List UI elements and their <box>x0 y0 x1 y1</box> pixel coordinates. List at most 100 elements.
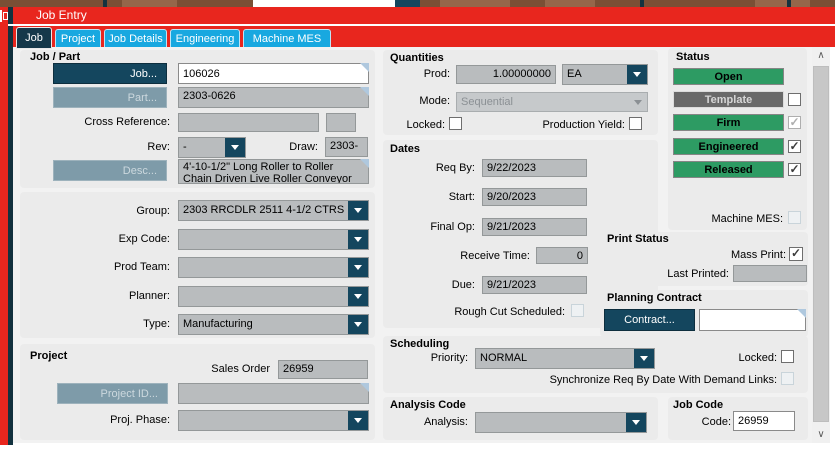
code-input[interactable] <box>733 411 795 431</box>
type-dropdown[interactable]: Manufacturing <box>178 314 369 335</box>
part-field: 2303-0626 <box>178 87 369 108</box>
strip-segment <box>755 0 810 7</box>
background-toolbar-strip <box>0 0 835 7</box>
start-field: 9/20/2023 <box>482 188 587 206</box>
chevron-down-icon[interactable] <box>626 413 646 432</box>
chevron-down-icon[interactable] <box>627 65 647 84</box>
group-dropdown[interactable]: 2303 RRCDLR 2511 4-1/2 CTRS <box>178 200 369 221</box>
analysis-dropdown[interactable] <box>475 412 647 433</box>
cross-reference-label: Cross Reference: <box>84 116 170 128</box>
mode-label: Mode: <box>419 95 450 107</box>
tab-job[interactable]: Job <box>16 27 52 49</box>
status-released-button[interactable]: Released <box>673 161 784 178</box>
draw-field: 2303- <box>325 137 368 157</box>
sales-order-field: 26959 <box>278 360 368 379</box>
status-engineered-button[interactable]: Engineered <box>673 138 784 155</box>
fold-corner-icon <box>360 159 369 168</box>
final-op-label: Final Op: <box>430 221 475 233</box>
machine-mes-checkbox <box>788 211 801 224</box>
last-printed-field <box>733 265 807 282</box>
uom-dropdown[interactable]: EA <box>562 64 648 85</box>
rough-cut-label: Rough Cut Scheduled: <box>454 306 565 318</box>
analysis-code-header: Analysis Code <box>390 399 466 411</box>
chevron-down-icon[interactable] <box>348 201 368 220</box>
scrollbar-thumb[interactable] <box>813 66 829 422</box>
part-button: Part... <box>53 87 167 108</box>
chevron-down-icon[interactable] <box>348 258 368 277</box>
project-id-field <box>178 383 369 404</box>
dates-header: Dates <box>390 143 420 155</box>
chevron-down-icon[interactable] <box>348 230 368 249</box>
contract-input[interactable] <box>699 309 806 331</box>
proj-phase-label: Proj. Phase: <box>110 414 170 426</box>
job-input[interactable] <box>178 63 369 84</box>
production-yield-label: Production Yield: <box>542 119 625 131</box>
prod-label: Prod: <box>423 68 450 80</box>
project-id-button: Project ID... <box>57 383 168 404</box>
locked-checkbox[interactable] <box>449 117 462 130</box>
tab-job-details[interactable]: Job Details <box>104 29 167 48</box>
tab-machine-mes[interactable]: Machine MES <box>243 29 331 48</box>
planner-dropdown[interactable] <box>178 286 369 307</box>
planner-label: Planner: <box>129 290 170 302</box>
template-checkbox[interactable] <box>788 93 801 106</box>
status-template-button[interactable]: Template <box>673 91 784 108</box>
strip-divider <box>640 0 644 7</box>
priority-dropdown[interactable]: NORMAL <box>475 348 655 369</box>
pin-icon[interactable] <box>0 10 8 22</box>
chevron-down-icon[interactable] <box>348 411 368 430</box>
prod-team-dropdown[interactable] <box>178 257 369 278</box>
chevron-down-icon <box>631 93 645 111</box>
fold-corner-icon <box>797 309 806 318</box>
strip-segment <box>122 0 177 7</box>
code-label: Code: <box>701 416 731 428</box>
prod-team-label: Prod Team: <box>113 261 170 273</box>
req-by-field: 9/22/2023 <box>482 159 587 177</box>
fold-corner-icon <box>360 87 369 96</box>
draw-label: Draw: <box>289 141 318 153</box>
scroll-up-icon[interactable]: ∧ <box>812 47 830 64</box>
rev-dropdown[interactable]: - <box>178 137 246 158</box>
production-yield-checkbox[interactable] <box>629 117 642 130</box>
job-button[interactable]: Job... <box>53 63 167 84</box>
engineered-checkbox[interactable] <box>788 140 801 153</box>
due-label: Due: <box>451 279 475 291</box>
chevron-down-icon[interactable] <box>348 315 368 334</box>
receive-time-label: Receive Time: <box>460 250 530 262</box>
contract-button[interactable]: Contract... <box>604 309 695 331</box>
job-code-header: Job Code <box>673 399 724 411</box>
req-by-label: Req By: <box>435 162 475 174</box>
exp-code-dropdown[interactable] <box>178 229 369 250</box>
status-firm-button[interactable]: Firm <box>673 114 784 131</box>
job-part-header: Job / Part <box>30 51 81 63</box>
group-label: Group: <box>136 205 170 217</box>
cross-reference-aux-field <box>326 113 356 132</box>
chevron-down-icon[interactable] <box>634 349 654 368</box>
desc-field: 4'-10-1/2" Long Roller to Roller Chain D… <box>178 159 369 184</box>
status-header: Status <box>676 51 710 63</box>
proj-phase-dropdown[interactable] <box>178 410 369 431</box>
chevron-down-icon[interactable] <box>225 138 245 157</box>
start-label: Start: <box>448 191 475 203</box>
scheduling-header: Scheduling <box>390 338 450 350</box>
mass-print-checkbox[interactable] <box>789 247 803 261</box>
chevron-down-icon[interactable] <box>348 287 368 306</box>
sales-order-label: Sales Order <box>211 363 270 375</box>
synchronize-checkbox <box>781 372 794 385</box>
scheduling-locked-label: Locked: <box>738 352 777 364</box>
planning-contract-header: Planning Contract <box>607 292 702 304</box>
job-entry-window: Job Entry Job Project Job Details Engine… <box>0 0 835 453</box>
status-open-button[interactable]: Open <box>673 68 784 85</box>
scroll-down-icon[interactable]: ∨ <box>812 426 830 443</box>
quantities-header: Quantities <box>390 52 444 64</box>
mode-dropdown: Sequential <box>456 92 648 112</box>
cross-reference-field[interactable] <box>178 113 319 132</box>
scheduling-locked-checkbox[interactable] <box>781 350 794 363</box>
tab-engineering[interactable]: Engineering <box>170 29 240 48</box>
released-checkbox[interactable] <box>788 163 801 176</box>
titlebar-separator <box>8 24 835 26</box>
tab-project[interactable]: Project <box>55 29 101 48</box>
mass-print-label: Mass Print: <box>730 249 786 261</box>
strip-accent <box>395 0 420 7</box>
strip-divider <box>103 0 107 7</box>
